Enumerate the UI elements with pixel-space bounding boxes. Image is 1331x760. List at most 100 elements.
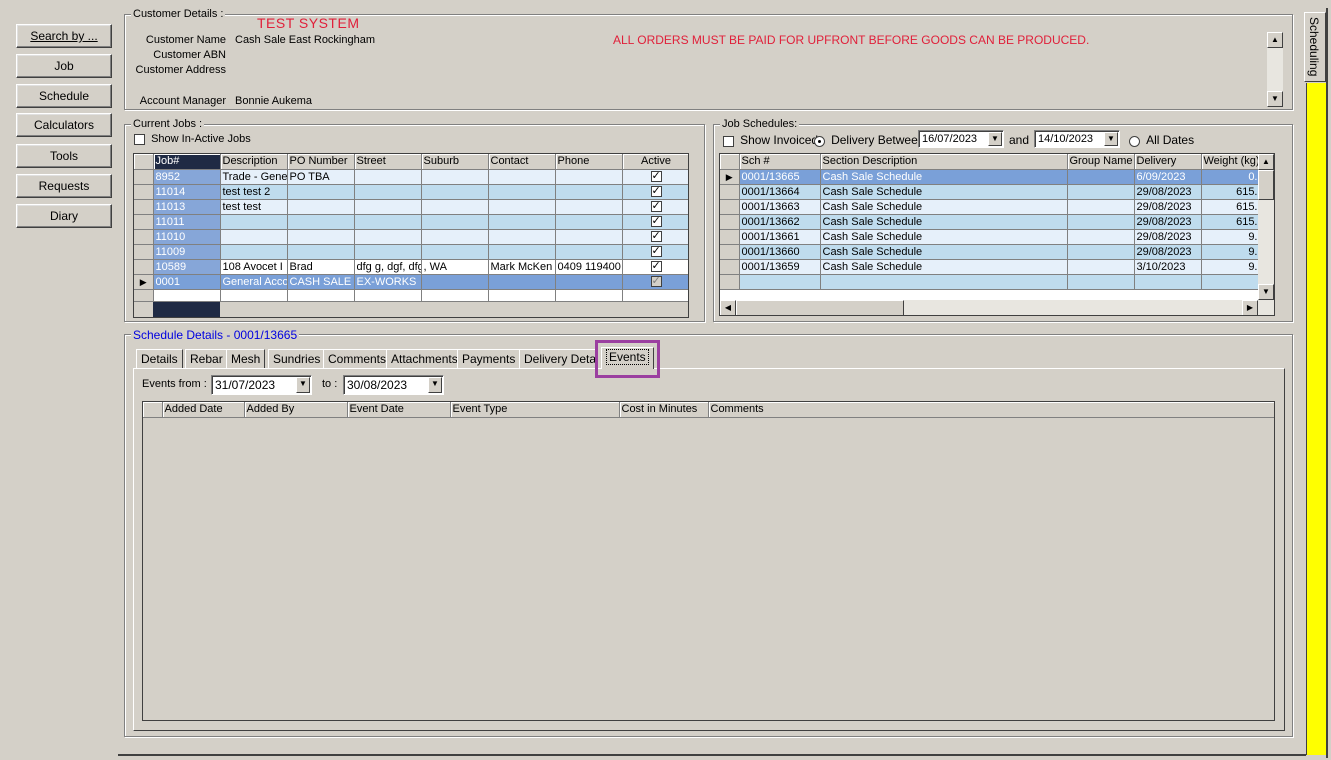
cell-phone[interactable] xyxy=(555,214,623,230)
col-header-sch[interactable]: Sch # xyxy=(739,154,821,170)
table-row[interactable]: 0001/13662 Cash Sale Schedule 29/08/2023… xyxy=(720,214,1261,230)
cell-sch[interactable]: 0001/13664 xyxy=(739,184,821,200)
cell-job[interactable]: 11014 xyxy=(153,184,221,200)
active-checkbox[interactable] xyxy=(650,169,662,183)
cell-group-name[interactable] xyxy=(1067,214,1135,230)
cell-section-description[interactable]: Cash Sale Schedule xyxy=(820,214,1068,230)
table-row-selected[interactable]: ▶ 0001 General Account CASH SALE EX-WORK… xyxy=(134,274,688,290)
checkbox-icon[interactable] xyxy=(134,133,145,145)
cell-street[interactable] xyxy=(354,169,422,185)
cell-description[interactable] xyxy=(220,244,288,260)
cell-sch[interactable]: 0001/13660 xyxy=(739,244,821,260)
cell-active[interactable] xyxy=(622,184,688,200)
col-header-suburb[interactable]: Suburb xyxy=(421,154,489,170)
tab-sundries[interactable]: Sundries xyxy=(268,349,326,369)
cell-sch[interactable]: 0001/13665 xyxy=(739,169,821,185)
cell-section-description[interactable]: Cash Sale Schedule xyxy=(820,259,1068,275)
cell-active[interactable] xyxy=(622,169,688,185)
col-header-added-by[interactable]: Added By xyxy=(244,402,348,418)
table-row[interactable]: 8952 Trade - General PO TBA xyxy=(134,169,688,185)
cell-suburb[interactable] xyxy=(421,169,489,185)
cell-weight[interactable]: 9. xyxy=(1201,229,1261,245)
cell-sch[interactable]: 0001/13662 xyxy=(739,214,821,230)
cell-section-description[interactable]: Cash Sale Schedule xyxy=(820,244,1068,260)
cell-po[interactable]: CASH SALE xyxy=(287,274,355,290)
jobs-grid[interactable]: Job# Description PO Number Street Suburb… xyxy=(133,153,689,318)
cell-job[interactable]: 11009 xyxy=(153,244,221,260)
cell-suburb[interactable]: , WA xyxy=(421,259,489,275)
cell-section-description[interactable]: Cash Sale Schedule xyxy=(820,184,1068,200)
active-checkbox[interactable] xyxy=(650,184,662,198)
col-header-phone[interactable]: Phone xyxy=(555,154,623,170)
scroll-down-icon[interactable]: ▼ xyxy=(1258,284,1274,300)
col-header-cost-in-minutes[interactable]: Cost in Minutes xyxy=(619,402,709,418)
cell-phone[interactable] xyxy=(555,274,623,290)
table-row[interactable]: 11010 xyxy=(134,229,688,245)
cell-description[interactable]: 108 Avocet I xyxy=(220,259,288,275)
cell-contact[interactable] xyxy=(488,184,556,200)
cell-po[interactable] xyxy=(287,229,355,245)
cell-weight[interactable]: 9. xyxy=(1201,244,1261,260)
events-grid[interactable]: Added Date Added By Event Date Event Typ… xyxy=(142,401,1275,721)
cell-contact[interactable] xyxy=(488,229,556,245)
cell-description[interactable] xyxy=(220,229,288,245)
table-row[interactable]: 11011 xyxy=(134,214,688,230)
active-checkbox[interactable] xyxy=(650,229,662,243)
cell-group-name[interactable] xyxy=(1067,244,1135,260)
col-header-street[interactable]: Street xyxy=(354,154,422,170)
col-header-delivery[interactable]: Delivery xyxy=(1134,154,1202,170)
tab-details[interactable]: Details xyxy=(136,349,183,369)
cell-street[interactable] xyxy=(354,199,422,215)
col-header-weight[interactable]: Weight (kg) xyxy=(1201,154,1261,170)
cell-section-description[interactable]: Cash Sale Schedule xyxy=(820,169,1068,185)
cell-weight[interactable]: 615. xyxy=(1201,199,1261,215)
schedules-horizontal-scrollbar[interactable]: ◀ ▶ xyxy=(720,300,1274,315)
cell-description[interactable]: General Account xyxy=(220,274,288,290)
tab-rebar[interactable]: Rebar xyxy=(185,349,228,369)
table-row[interactable]: 10589 108 Avocet I Brad dfg g, dgf, dfg … xyxy=(134,259,688,275)
radio-selected-icon[interactable] xyxy=(814,135,825,147)
cell-phone[interactable] xyxy=(555,199,623,215)
cell-description[interactable]: test test 2 xyxy=(220,184,288,200)
cell-delivery[interactable]: 3/10/2023 xyxy=(1134,259,1202,275)
cell-street[interactable] xyxy=(354,244,422,260)
cell-contact[interactable]: Mark McKen xyxy=(488,259,556,275)
table-row[interactable]: 0001/13663 Cash Sale Schedule 29/08/2023… xyxy=(720,199,1261,215)
chevron-down-icon[interactable]: ▼ xyxy=(296,377,310,393)
tab-comments[interactable]: Comments xyxy=(323,349,392,369)
schedules-vertical-scrollbar[interactable]: ▲ ▼ xyxy=(1258,154,1274,300)
tab-mesh[interactable]: Mesh xyxy=(226,349,266,369)
scroll-up-icon[interactable]: ▲ xyxy=(1258,154,1274,170)
table-row-selected[interactable]: ▶ 0001/13665 Cash Sale Schedule 6/09/202… xyxy=(720,169,1261,185)
scroll-down-icon[interactable]: ▼ xyxy=(1267,91,1283,107)
cell-suburb[interactable] xyxy=(421,229,489,245)
cell-job[interactable]: 10589 xyxy=(153,259,221,275)
cell-po[interactable] xyxy=(287,244,355,260)
cell-street[interactable] xyxy=(354,184,422,200)
table-row[interactable]: 0001/13664 Cash Sale Schedule 29/08/2023… xyxy=(720,184,1261,200)
cell-suburb[interactable] xyxy=(421,199,489,215)
cell-job[interactable]: 0001 xyxy=(153,274,221,290)
cell-active[interactable] xyxy=(622,214,688,230)
chevron-down-icon[interactable]: ▼ xyxy=(988,132,1002,146)
cell-sch[interactable]: 0001/13661 xyxy=(739,229,821,245)
cell-delivery[interactable]: 29/08/2023 xyxy=(1134,229,1202,245)
cell-contact[interactable] xyxy=(488,199,556,215)
requests-button[interactable]: Requests xyxy=(16,174,112,198)
cell-active[interactable] xyxy=(622,229,688,245)
cell-active[interactable] xyxy=(622,259,688,275)
events-from-date[interactable]: 31/07/2023 ▼ xyxy=(211,375,312,395)
cell-delivery[interactable]: 29/08/2023 xyxy=(1134,184,1202,200)
chevron-down-icon[interactable]: ▼ xyxy=(428,377,442,393)
chevron-down-icon[interactable]: ▼ xyxy=(1104,132,1118,146)
col-header-po-number[interactable]: PO Number xyxy=(287,154,355,170)
col-header-contact[interactable]: Contact xyxy=(488,154,556,170)
cell-contact[interactable] xyxy=(488,169,556,185)
tab-attachments[interactable]: Attachments xyxy=(386,349,463,369)
delivery-to-date[interactable]: 14/10/2023 ▼ xyxy=(1034,130,1120,148)
cell-suburb[interactable] xyxy=(421,244,489,260)
cell-delivery[interactable]: 6/09/2023 xyxy=(1134,169,1202,185)
cell-group-name[interactable] xyxy=(1067,259,1135,275)
tab-payments[interactable]: Payments xyxy=(457,349,521,369)
cell-group-name[interactable] xyxy=(1067,229,1135,245)
